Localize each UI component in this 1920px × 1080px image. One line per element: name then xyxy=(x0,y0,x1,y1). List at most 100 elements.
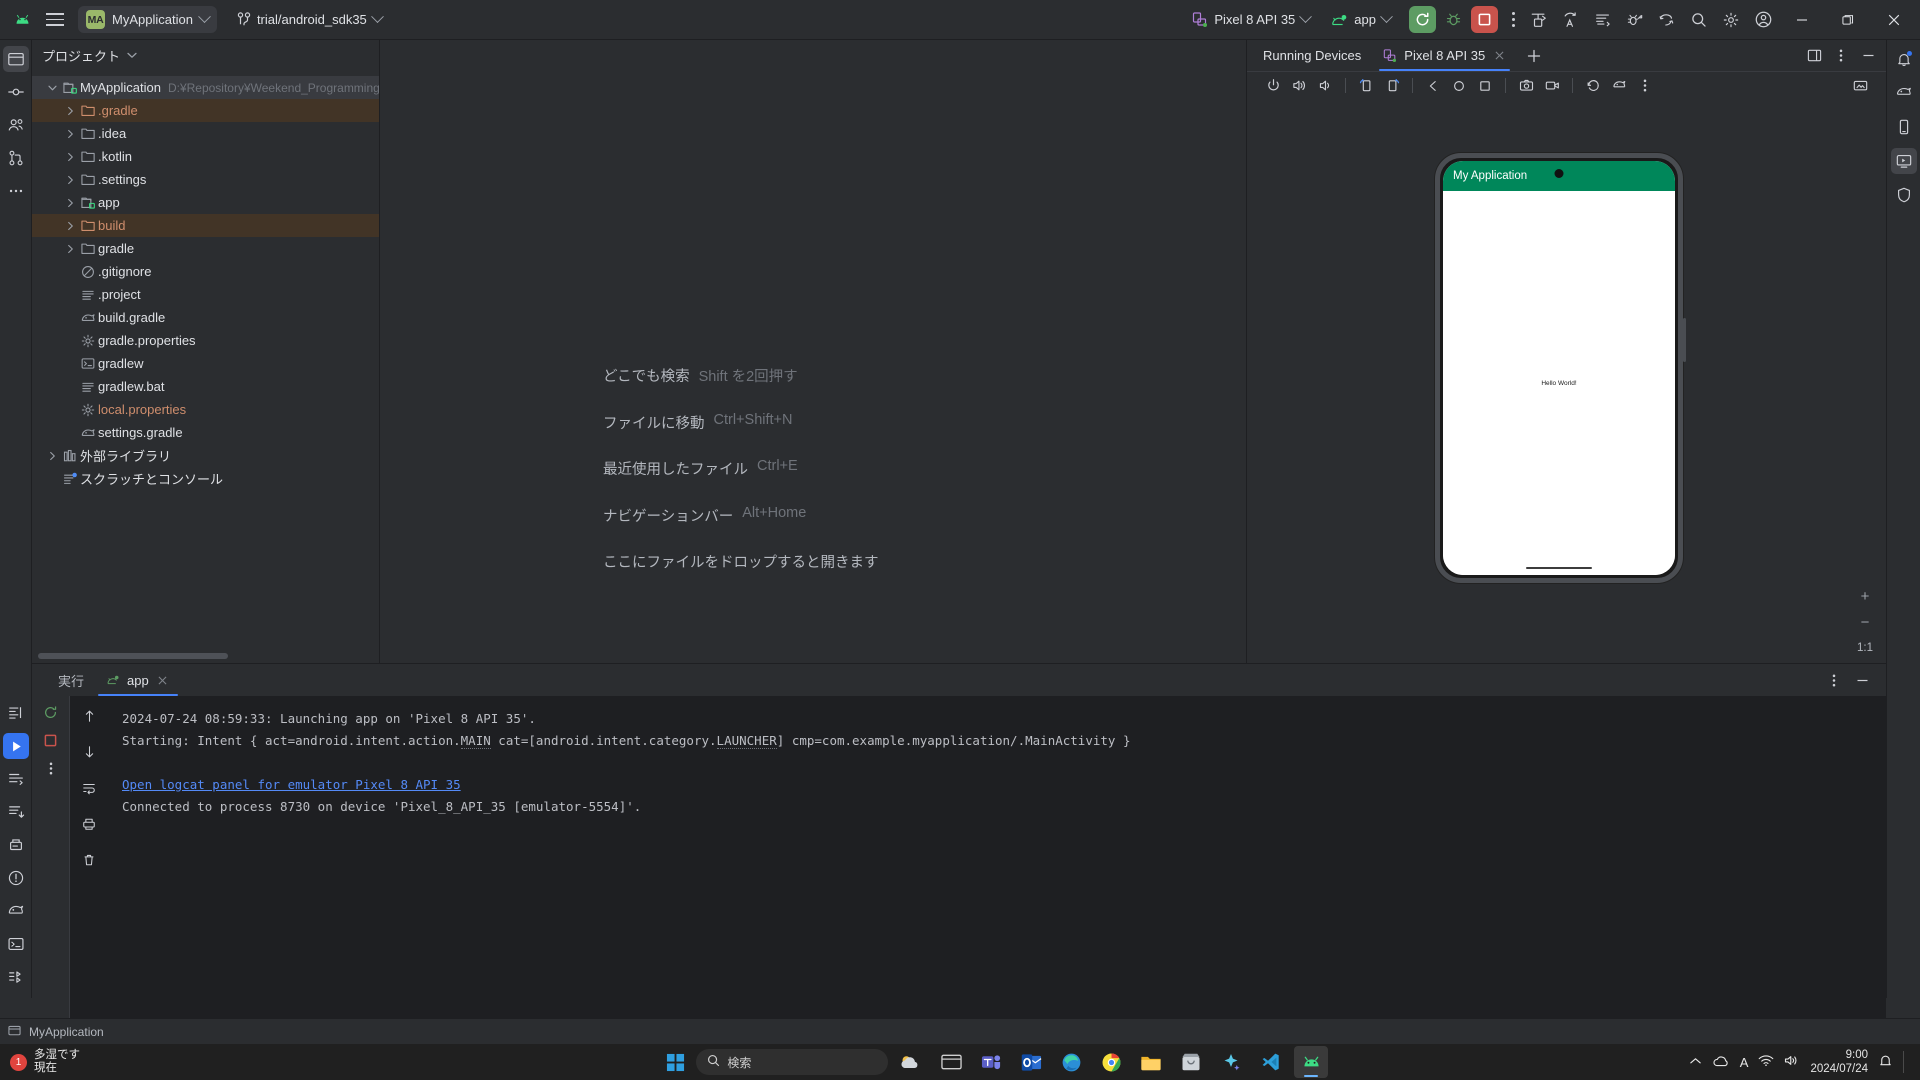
record-screen-icon[interactable] xyxy=(1540,74,1564,98)
more-icon[interactable] xyxy=(39,756,63,780)
close-icon[interactable] xyxy=(1492,49,1506,63)
close-icon[interactable] xyxy=(156,673,170,687)
tree-node-gradle[interactable]: gradle xyxy=(32,237,379,260)
tree-node--[interactable]: スクラッチとコンソール xyxy=(32,467,379,490)
options-icon[interactable] xyxy=(1829,43,1853,67)
device-side-button[interactable] xyxy=(1683,318,1686,362)
outlook-icon[interactable] xyxy=(1014,1046,1048,1078)
sidebar-item-pull-requests[interactable] xyxy=(3,145,29,171)
explorer-icon[interactable] xyxy=(1134,1046,1168,1078)
teams-icon[interactable] xyxy=(974,1046,1008,1078)
copilot-icon[interactable] xyxy=(1214,1046,1248,1078)
chevron-right-icon[interactable] xyxy=(62,175,78,185)
split-window-icon[interactable] xyxy=(1802,43,1826,67)
sidebar-item-running-devices[interactable] xyxy=(1890,148,1917,174)
sidebar-item-commit[interactable] xyxy=(3,79,29,105)
taskview-icon[interactable] xyxy=(934,1046,968,1078)
speaker-icon[interactable] xyxy=(1784,1054,1800,1070)
project-tree-hscrollbar[interactable] xyxy=(38,653,228,659)
git-branch-selector[interactable]: trial/android_sdk35 xyxy=(229,8,390,31)
tree-node-gradlew-bat[interactable]: gradlew.bat xyxy=(32,375,379,398)
close-window-button[interactable] xyxy=(1872,0,1916,40)
sidebar-item-app-inspection[interactable] xyxy=(1891,182,1917,208)
chevron-right-icon[interactable] xyxy=(44,83,60,93)
sidebar-item-device-explorer[interactable] xyxy=(3,832,29,858)
chevron-right-icon[interactable] xyxy=(62,106,78,116)
build-output-icon[interactable] xyxy=(1588,5,1618,35)
rerun-icon[interactable] xyxy=(39,700,63,724)
tree-node-app[interactable]: app xyxy=(32,191,379,214)
tree-node-build[interactable]: build xyxy=(32,214,379,237)
soft-wrap-icon[interactable] xyxy=(77,776,101,800)
scroll-up-icon[interactable] xyxy=(77,704,101,728)
windows-start-icon[interactable] xyxy=(660,1047,690,1077)
chevron-right-icon[interactable] xyxy=(44,451,60,461)
sidebar-item-app-quality[interactable] xyxy=(3,112,29,138)
tree-node--project[interactable]: .project xyxy=(32,283,379,306)
rotate-left-icon[interactable] xyxy=(1354,74,1378,98)
layout-inspector-icon[interactable] xyxy=(1524,5,1554,35)
tab-run[interactable]: 実行 xyxy=(48,664,94,696)
debug-button[interactable] xyxy=(1440,6,1467,33)
options-icon[interactable] xyxy=(1822,668,1846,692)
minimize-window-button[interactable] xyxy=(1780,0,1824,40)
chevron-right-icon[interactable] xyxy=(62,152,78,162)
power-icon[interactable] xyxy=(1261,74,1285,98)
hide-panel-icon[interactable] xyxy=(1856,43,1880,67)
device-selector[interactable]: Pixel 8 API 35 xyxy=(1184,8,1318,32)
tree-node--gradle[interactable]: .gradle xyxy=(32,99,379,122)
device-settings-icon[interactable] xyxy=(1607,74,1631,98)
taskbar-weather-widget[interactable]: 1 多湿です 現在 xyxy=(0,1049,300,1075)
wifi-icon[interactable] xyxy=(1758,1054,1774,1070)
tree-node--kotlin[interactable]: .kotlin xyxy=(32,145,379,168)
chevron-right-icon[interactable] xyxy=(62,221,78,231)
tree-node-myapplication[interactable]: MyApplication D:¥Repository¥Weekend_Progr… xyxy=(32,76,379,99)
sidebar-item-gemini[interactable] xyxy=(1891,80,1917,106)
avatar[interactable] xyxy=(1748,5,1778,35)
more-actions-button[interactable] xyxy=(1502,7,1524,33)
tree-node-local-properties[interactable]: local.properties xyxy=(32,398,379,421)
chevron-right-icon[interactable] xyxy=(62,129,78,139)
more-icon[interactable] xyxy=(1633,74,1657,98)
store-icon[interactable] xyxy=(1174,1046,1208,1078)
gear-icon[interactable] xyxy=(1716,5,1746,35)
chevron-right-icon[interactable] xyxy=(62,198,78,208)
sidebar-item-logcat[interactable] xyxy=(3,766,29,792)
tree-node--settings[interactable]: .settings xyxy=(32,168,379,191)
print-icon[interactable] xyxy=(77,812,101,836)
sidebar-item-build[interactable] xyxy=(3,799,29,825)
ime-icon[interactable]: A xyxy=(1740,1055,1749,1070)
taskbar-weather-icon[interactable] xyxy=(894,1046,928,1078)
open-logcat-link[interactable]: Open logcat panel for emulator Pixel 8 A… xyxy=(122,777,461,792)
tree-node-gradle-properties[interactable]: gradle.properties xyxy=(32,329,379,352)
undo-icon[interactable] xyxy=(1581,74,1605,98)
main-menu-button[interactable] xyxy=(38,5,72,35)
tree-node--[interactable]: 外部ライブラリ xyxy=(32,444,379,467)
volume-down-icon[interactable] xyxy=(1313,74,1337,98)
edge-icon[interactable] xyxy=(1054,1046,1088,1078)
sidebar-item-structure[interactable] xyxy=(3,700,29,726)
vscode-icon[interactable] xyxy=(1254,1046,1288,1078)
new-device-tab-button[interactable] xyxy=(1522,44,1546,68)
maximize-window-button[interactable] xyxy=(1826,0,1870,40)
tree-node--gitignore[interactable]: .gitignore xyxy=(32,260,379,283)
onedrive-icon[interactable] xyxy=(1712,1055,1730,1070)
back-icon[interactable] xyxy=(1421,74,1445,98)
chrome-icon[interactable] xyxy=(1094,1046,1128,1078)
tab-app[interactable]: app xyxy=(96,664,180,696)
overview-icon[interactable] xyxy=(1473,74,1497,98)
sidebar-item-project[interactable] xyxy=(2,46,29,72)
sidebar-item-notifications[interactable] xyxy=(1891,46,1917,72)
sidebar-item-terminal[interactable] xyxy=(3,931,29,957)
project-tree[interactable]: MyApplication D:¥Repository¥Weekend_Progr… xyxy=(32,70,379,663)
translations-editor-icon[interactable] xyxy=(1556,5,1586,35)
emulator-screenshot-export-icon[interactable] xyxy=(1848,74,1872,98)
notification-center-icon[interactable] xyxy=(1878,1053,1893,1071)
project-selector[interactable]: MA MyApplication xyxy=(78,6,217,33)
project-panel-header[interactable]: プロジェクト xyxy=(32,40,379,70)
zoom-out-button[interactable]: − xyxy=(1854,613,1876,631)
zoom-in-button[interactable]: + xyxy=(1854,587,1876,605)
screenshot-icon[interactable] xyxy=(1514,74,1538,98)
sidebar-item-gradle[interactable] xyxy=(3,898,29,924)
search-icon[interactable] xyxy=(1684,5,1714,35)
